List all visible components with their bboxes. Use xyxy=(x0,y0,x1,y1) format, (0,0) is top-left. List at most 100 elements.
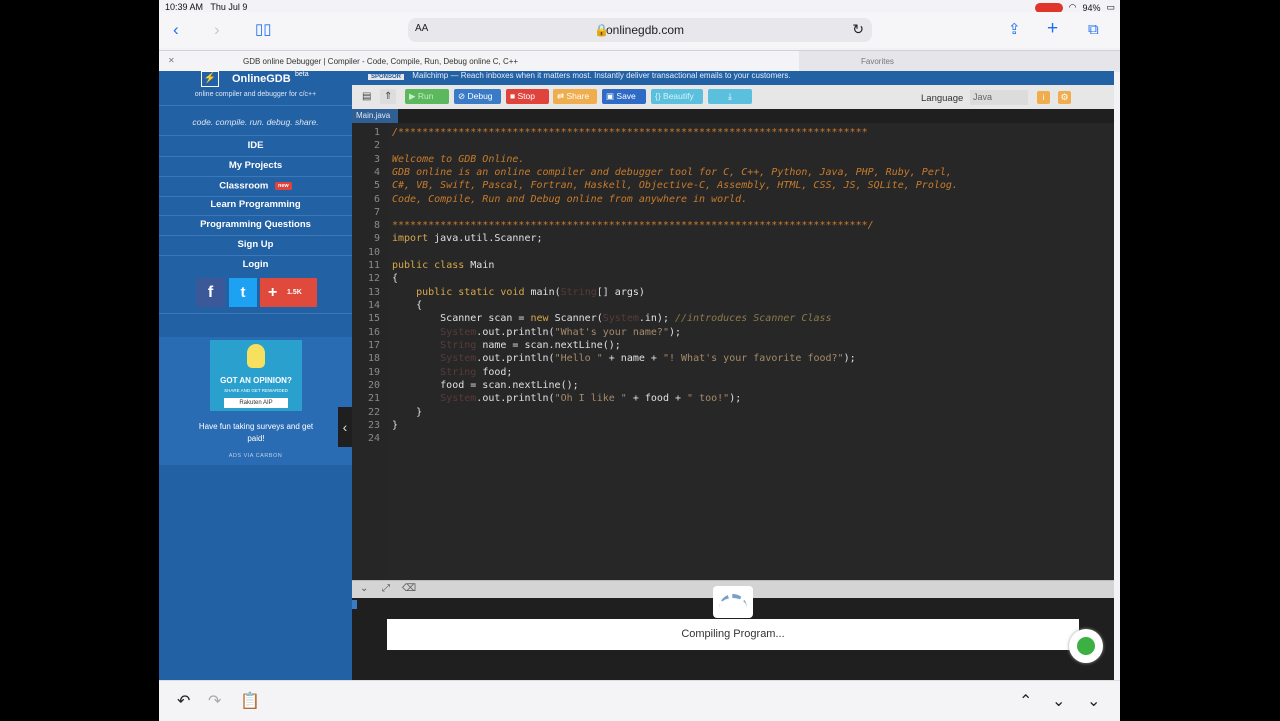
ad-image[interactable]: GOT AN OPINION? SHARE AND GET REWARDED R… xyxy=(210,340,302,411)
download-icon[interactable]: ⤓ xyxy=(708,89,752,104)
save-label: Save xyxy=(616,91,636,101)
twitter-share-button[interactable]: t xyxy=(229,278,257,307)
status-bar-left: 10:39 AM Thu Jul 9 xyxy=(165,2,247,12)
new-tab-icon[interactable]: + xyxy=(1047,11,1058,47)
run-button[interactable]: ▶ Run xyxy=(405,89,449,104)
compiling-status-dialog: Compiling Program... xyxy=(387,619,1079,650)
line-number-gutter: 1 2 3 4 5 6 7 8 9 10 11 12 13 14 15 16 1… xyxy=(352,123,388,580)
code-line: System.out.println("Oh I like " + food +… xyxy=(440,393,742,404)
chat-widget-button[interactable] xyxy=(1069,629,1103,663)
nav-programming-questions[interactable]: Programming Questions xyxy=(159,215,352,235)
chat-icon xyxy=(1077,637,1095,655)
code-line: String food; xyxy=(440,367,513,378)
language-label: Language xyxy=(921,93,964,104)
address-bar[interactable]: AA 🔒 onlinegdb.com ↻ xyxy=(408,18,872,42)
back-icon[interactable]: ‹ xyxy=(173,12,179,48)
code-line: GDB online is an online compiler and deb… xyxy=(392,167,952,178)
tab-favorites[interactable]: Favorites xyxy=(861,57,894,66)
spinner-arc xyxy=(719,594,747,610)
line-number: 8 xyxy=(373,220,380,231)
new-file-icon[interactable]: ▤ xyxy=(358,89,375,104)
tab-title: GDB online Debugger | Compiler - Code, C… xyxy=(243,57,519,66)
code-line: { xyxy=(392,300,423,311)
code-line: C#, VB, Swift, Pascal, Fortran, Haskell,… xyxy=(392,180,958,191)
expand-console-icon[interactable]: ⤢ xyxy=(382,583,390,594)
line-number: 14 xyxy=(367,300,380,311)
sponsor-strip[interactable]: SPONSOR Mailchimp — Reach inboxes when i… xyxy=(352,71,1114,85)
paste-icon[interactable]: 📋 xyxy=(240,691,260,711)
settings-gear-icon[interactable]: ⚙ xyxy=(1058,91,1071,104)
lightbulb-icon xyxy=(247,344,265,368)
nav-login[interactable]: Login xyxy=(159,255,352,275)
nav-sign-up[interactable]: Sign Up xyxy=(159,235,352,255)
hide-keyboard-icon[interactable]: ⌄ xyxy=(1087,691,1100,711)
tab-main-java[interactable]: Main.java xyxy=(352,109,398,123)
language-select[interactable]: Java xyxy=(970,90,1028,105)
beautify-button[interactable]: {} Beautify xyxy=(651,89,703,104)
twitter-icon: t xyxy=(240,284,246,301)
bookmarks-icon[interactable]: ▯▯ xyxy=(255,12,272,48)
code-editor[interactable]: 1 2 3 4 5 6 7 8 9 10 11 12 13 14 15 16 1… xyxy=(352,123,1114,580)
divider xyxy=(159,313,352,314)
ad-headline: GOT AN OPINION? xyxy=(220,376,292,385)
tab-gdb[interactable]: ✕ GDB online Debugger | Compiler - Code,… xyxy=(159,51,799,72)
battery-percent: 94% xyxy=(1082,2,1101,13)
code-line: public class Main xyxy=(392,260,495,271)
clock: 10:39 AM xyxy=(165,2,204,12)
nav-classroom[interactable]: Classroom new xyxy=(159,176,352,196)
line-number: 5 xyxy=(373,180,380,191)
line-number: 18 xyxy=(367,353,380,364)
close-tab-icon[interactable]: ✕ xyxy=(168,56,175,65)
line-number: 20 xyxy=(367,380,380,391)
carbon-ad[interactable]: GOT AN OPINION? SHARE AND GET REWARDED R… xyxy=(159,337,352,465)
nav-learn-programming[interactable]: Learn Programming xyxy=(159,195,352,215)
line-number: 16 xyxy=(367,327,380,338)
facebook-share-button[interactable]: f xyxy=(196,278,225,307)
share-icon[interactable]: ⇪ xyxy=(1008,12,1021,48)
next-field-icon[interactable]: ⌄ xyxy=(1052,691,1065,711)
line-number: 24 xyxy=(367,433,380,444)
line-number: 4 xyxy=(373,167,380,178)
undo-icon[interactable]: ↶ xyxy=(177,691,190,711)
addthis-share-button[interactable]: + 1.5K xyxy=(260,278,317,307)
clear-console-icon[interactable]: ⌫ xyxy=(402,583,416,594)
share-button[interactable]: ⇄ Share xyxy=(553,89,597,104)
line-number: 21 xyxy=(367,393,380,404)
line-number: 11 xyxy=(367,260,380,271)
code-line: import java.util.Scanner; xyxy=(392,233,543,244)
ad-text[interactable]: Have fun taking surveys and get paid! xyxy=(197,421,315,445)
line-number: 15 xyxy=(367,313,380,324)
nav-ide[interactable]: IDE xyxy=(159,136,352,156)
code-line: System.out.println("What's your name?"); xyxy=(440,327,682,338)
line-number: 2 xyxy=(373,140,380,151)
beta-label: beta xyxy=(295,71,309,78)
code-line: { xyxy=(392,273,399,284)
collapse-sidebar-icon[interactable]: ‹ xyxy=(338,407,352,447)
line-number: 10 xyxy=(367,247,380,258)
forward-icon[interactable]: › xyxy=(214,12,220,48)
editor-toolbar: ▤ ⇑ ▶ Run ⊘ Debug ■ Stop ⇄ Share ▣ Save … xyxy=(352,85,1114,109)
nav-classroom-label: Classroom xyxy=(219,180,269,192)
info-icon[interactable]: i xyxy=(1037,91,1050,104)
reload-icon[interactable]: ↻ xyxy=(852,21,864,38)
stop-label: Stop xyxy=(517,91,536,101)
ad-via[interactable]: ADS VIA CARBON xyxy=(159,453,352,459)
nav-my-projects[interactable]: My Projects xyxy=(159,156,352,176)
tabs-overview-icon[interactable]: ⧉ xyxy=(1088,12,1099,48)
reader-button[interactable]: AA xyxy=(415,23,428,34)
collapse-console-icon[interactable]: ⌄ xyxy=(360,583,368,594)
upload-icon[interactable]: ⇑ xyxy=(380,89,397,104)
previous-field-icon[interactable]: ⌃ xyxy=(1019,691,1032,711)
save-button[interactable]: ▣ Save xyxy=(602,89,646,104)
code-line: ****************************************… xyxy=(392,220,874,231)
url-text[interactable]: onlinegdb.com xyxy=(606,23,684,37)
line-number: 1 xyxy=(373,127,380,138)
brand-name[interactable]: OnlineGDB xyxy=(232,73,291,85)
redo-icon[interactable]: ↷ xyxy=(208,691,221,711)
line-number: 7 xyxy=(373,207,380,218)
debug-button[interactable]: ⊘ Debug xyxy=(454,89,501,104)
stop-button[interactable]: ■ Stop xyxy=(506,89,549,104)
line-number: 23 xyxy=(367,420,380,431)
loading-spinner-icon xyxy=(713,586,753,618)
debug-label: Debug xyxy=(467,91,493,101)
